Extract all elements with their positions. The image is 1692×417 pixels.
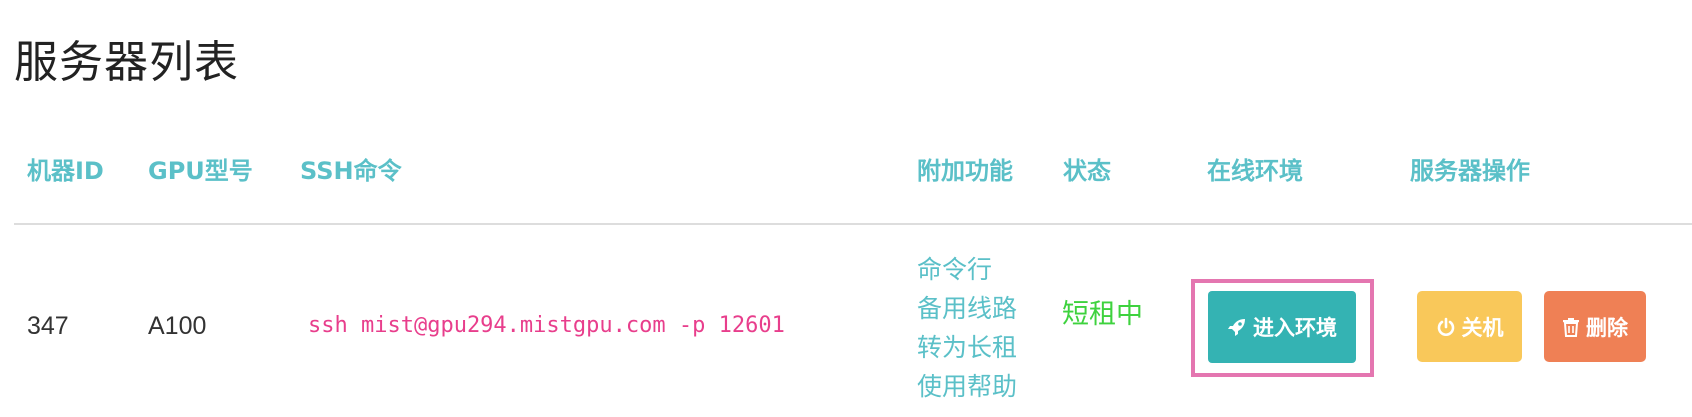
command-line-link[interactable]: 命令行 <box>917 250 1017 289</box>
enter-env-label: 进入环境 <box>1253 316 1337 340</box>
backup-route-link[interactable]: 备用线路 <box>917 289 1017 328</box>
delete-button[interactable]: 删除 <box>1544 291 1646 362</box>
header-ssh-command: SSH命令 <box>300 157 402 185</box>
extra-functions-list: 命令行 备用线路 转为长租 使用帮助 <box>917 250 1017 406</box>
header-gpu-model: GPU型号 <box>148 157 253 185</box>
gpu-model-cell: A100 <box>148 312 207 340</box>
machine-id-cell: 347 <box>27 312 69 340</box>
server-list-page: 服务器列表 机器ID GPU型号 SSH命令 附加功能 状态 在线环境 服务器操… <box>0 0 1692 417</box>
header-machine-id: 机器ID <box>27 157 104 185</box>
status-badge: 短租中 <box>1062 299 1143 330</box>
shutdown-label: 关机 <box>1461 315 1504 340</box>
enter-env-button[interactable]: 进入环境 <box>1208 291 1356 363</box>
header-divider <box>14 223 1692 225</box>
shutdown-button[interactable]: 关机 <box>1417 291 1522 362</box>
header-online-env: 在线环境 <box>1207 157 1303 185</box>
usage-help-link[interactable]: 使用帮助 <box>917 367 1017 406</box>
page-title: 服务器列表 <box>14 37 239 88</box>
ssh-command-cell[interactable]: ssh mist@gpu294.mistgpu.com -p 12601 <box>308 313 785 338</box>
delete-label: 删除 <box>1586 315 1628 340</box>
trash-icon <box>1562 317 1580 337</box>
header-extra-functions: 附加功能 <box>917 157 1013 185</box>
header-status: 状态 <box>1063 157 1111 185</box>
power-icon <box>1436 317 1456 337</box>
header-server-ops: 服务器操作 <box>1410 157 1530 185</box>
convert-long-rent-link[interactable]: 转为长租 <box>917 328 1017 367</box>
rocket-icon <box>1227 317 1247 337</box>
